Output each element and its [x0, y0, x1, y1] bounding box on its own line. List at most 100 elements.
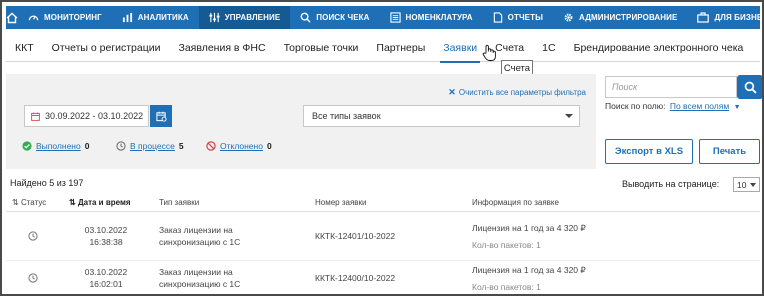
- date-range-value: 30.09.2022 - 03.10.2022: [45, 111, 144, 121]
- row-info-line2: Кол-во пакетов: 1: [472, 240, 541, 250]
- status-filter-rejected[interactable]: Отклонено 0: [206, 141, 272, 151]
- status-done-count: 0: [84, 141, 90, 151]
- nav-receipt-search[interactable]: ПОИСК ЧЕКА: [290, 6, 379, 29]
- list-icon: [389, 12, 401, 23]
- gear-icon: [564, 13, 573, 22]
- clear-filters-label: Очистить все параметры фильтра: [458, 88, 586, 97]
- search-field-prefix: Поиск по полю:: [605, 101, 666, 111]
- tab-trade-points[interactable]: Торговые точки: [275, 34, 368, 62]
- table-header: ⇅ Статус ⇅ Дата и время Тип заявки Номер…: [6, 194, 760, 212]
- column-info: Информация по заявке: [472, 198, 559, 207]
- nav-monitoring[interactable]: МОНИТОРИНГ: [18, 6, 112, 29]
- calendar-icon: [31, 111, 40, 121]
- column-type: Тип заявки: [159, 198, 200, 207]
- row-number: ККТК-12400/10-2022: [315, 273, 396, 283]
- nav-analytics-label: АНАЛИТИКА: [137, 13, 189, 22]
- home-icon: [6, 12, 18, 23]
- clear-icon: ✕: [448, 87, 456, 97]
- row-type-line2: синхронизацию с 1С: [159, 279, 241, 289]
- row-time: 16:38:38: [89, 237, 123, 247]
- per-page-value: 10: [737, 179, 747, 190]
- app-frame: МОНИТОРИНГ АНАЛИТИКА УПРАВЛЕНИЕ ПОИСК ЧЕ…: [0, 0, 764, 296]
- document-icon: [493, 12, 502, 23]
- per-page-select[interactable]: 10: [733, 177, 760, 192]
- tab-requests[interactable]: Заявки: [434, 34, 486, 63]
- sort-icon: ⇅: [12, 198, 19, 207]
- nav-administration[interactable]: АДМИНИСТРИРОВАНИЕ: [553, 6, 687, 29]
- sort-desc-icon: ⇅: [69, 198, 76, 207]
- row-info: Лицензия на 1 год за 4 320 ₽ Кол-во паке…: [472, 222, 586, 251]
- gauge-icon: [28, 15, 39, 21]
- nav-management[interactable]: УПРАВЛЕНИЕ: [198, 6, 291, 29]
- tab-fns-applications[interactable]: Заявления в ФНС: [169, 34, 274, 62]
- briefcase-icon: [697, 12, 710, 23]
- status-done-label: Выполнено: [36, 141, 81, 151]
- home-button[interactable]: [6, 6, 18, 29]
- search-icon: [300, 12, 311, 23]
- nav-administration-label: АДМИНИСТРИРОВАНИЕ: [579, 13, 678, 22]
- row-info: Лицензия на 1 год за 4 320 ₽ Кол-во паке…: [472, 264, 586, 293]
- nav-management-label: УПРАВЛЕНИЕ: [224, 13, 281, 22]
- nav-for-business-label: ДЛЯ БИЗНЕСА: [714, 13, 763, 22]
- nav-receipt-search-label: ПОИСК ЧЕКА: [316, 13, 370, 22]
- column-number: Номер заявки: [315, 198, 367, 207]
- request-type-value: Все типы заявок: [312, 111, 381, 121]
- nav-monitoring-label: МОНИТОРИНГ: [44, 13, 102, 22]
- status-rejected-count: 0: [266, 141, 272, 151]
- bar-chart-icon: [122, 12, 132, 23]
- nav-for-business[interactable]: ДЛЯ БИЗНЕСА: [687, 6, 763, 29]
- print-button[interactable]: Печать: [699, 139, 760, 164]
- row-type-line1: Заказ лицензии на: [159, 225, 233, 235]
- row-type: Заказ лицензии на синхронизацию с 1С: [159, 224, 240, 248]
- nav-reports-label: ОТЧЕТЫ: [507, 13, 544, 22]
- row-info-line2: Кол-во пакетов: 1: [472, 282, 541, 292]
- nav-analytics[interactable]: АНАЛИТИКА: [112, 6, 199, 29]
- request-type-select[interactable]: Все типы заявок: [303, 105, 580, 127]
- tab-receipt-branding[interactable]: Брендирование электронного чека: [565, 34, 753, 62]
- check-circle-icon: [22, 141, 32, 151]
- table-row[interactable]: 03.10.2022 16:02:01 Заказ лицензии на си…: [6, 261, 760, 294]
- search-placeholder: Поиск: [612, 82, 638, 92]
- row-info-line1: Лицензия на 1 год за 4 320 ₽: [472, 265, 586, 275]
- tab-partners[interactable]: Партнеры: [367, 34, 434, 62]
- row-type-line1: Заказ лицензии на: [159, 267, 233, 277]
- calendar-settings-icon: [155, 111, 167, 122]
- search-field-link[interactable]: По всем полям: [670, 101, 729, 111]
- tab-registration-reports[interactable]: Отчеты о регистрации: [43, 34, 170, 62]
- row-info-line1: Лицензия на 1 год за 4 320 ₽: [472, 223, 586, 233]
- status-filter-done[interactable]: Выполнено 0: [22, 141, 89, 151]
- column-status-label: Статус: [20, 198, 47, 207]
- results-count: Найдено 5 из 197: [10, 178, 84, 188]
- nav-nomenclature[interactable]: НОМЕНКЛАТУРА: [380, 6, 483, 29]
- tab-kkt[interactable]: ККТ: [6, 34, 43, 62]
- nav-nomenclature-label: НОМЕНКЛАТУРА: [405, 13, 473, 22]
- table-row[interactable]: 03.10.2022 16:38:38 Заказ лицензии на си…: [6, 219, 760, 261]
- caret-down-icon[interactable]: ▼: [734, 104, 741, 111]
- export-xls-button[interactable]: Экспорт в XLS: [605, 139, 693, 164]
- row-type: Заказ лицензии на синхронизацию с 1С: [159, 266, 240, 290]
- row-type-line2: синхронизацию с 1С: [159, 237, 241, 247]
- clock-icon: [28, 231, 38, 241]
- sub-nav: ККТ Отчеты о регистрации Заявления в ФНС…: [6, 34, 760, 63]
- calendar-button[interactable]: [150, 105, 172, 127]
- column-status[interactable]: ⇅ Статус: [12, 198, 46, 207]
- filter-panel: ✕ Очистить все параметры фильтра 30.09.2…: [6, 74, 596, 169]
- search-input[interactable]: Поиск: [605, 76, 737, 98]
- search-field-selector: Поиск по полю: По всем полям ▼: [605, 101, 741, 111]
- column-date[interactable]: ⇅ Дата и время: [69, 198, 131, 207]
- clock-icon: [28, 273, 38, 283]
- clear-filters-link[interactable]: ✕ Очистить все параметры фильтра: [448, 87, 586, 98]
- status-filter-in-progress[interactable]: В процессе 5: [116, 141, 184, 151]
- search-button[interactable]: [737, 75, 762, 99]
- per-page-label: Выводить на странице:: [622, 179, 720, 189]
- tab-1c[interactable]: 1С: [533, 34, 564, 62]
- search-icon: [744, 81, 757, 94]
- date-range-input[interactable]: 30.09.2022 - 03.10.2022: [24, 105, 149, 127]
- nav-reports[interactable]: ОТЧЕТЫ: [483, 6, 553, 29]
- row-date: 03.10.2022: [84, 225, 128, 235]
- status-in-progress-label: В процессе: [130, 141, 175, 151]
- row-time: 16:02:01: [89, 279, 123, 289]
- row-datetime: 03.10.2022 16:38:38: [76, 224, 136, 248]
- column-date-label: Дата и время: [77, 198, 131, 207]
- row-date: 03.10.2022: [84, 267, 128, 277]
